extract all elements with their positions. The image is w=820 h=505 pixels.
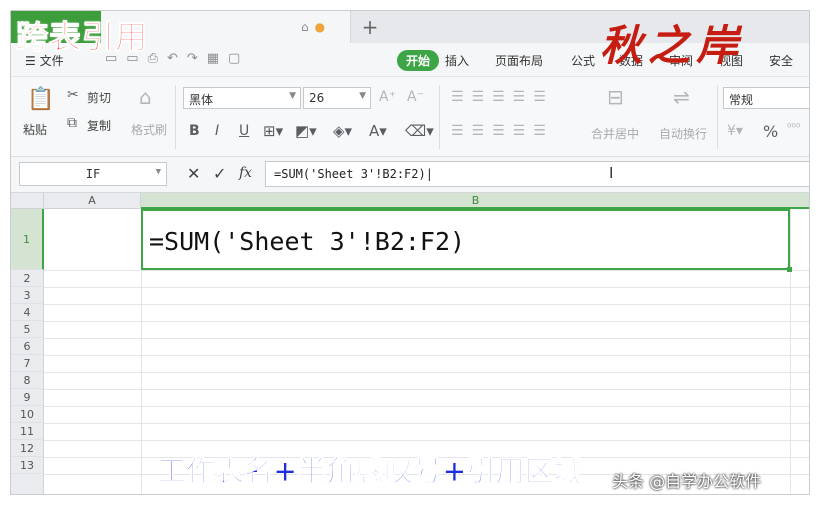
horizontal-align-icons[interactable]: ☰☰☰☰☰ xyxy=(451,123,554,139)
menu-insert[interactable]: 插入 xyxy=(445,52,469,69)
chevron-down-icon: ▼ xyxy=(155,167,161,177)
column-header-b[interactable]: B xyxy=(141,193,809,209)
gridline xyxy=(44,304,809,305)
increase-font-icon[interactable]: A⁺ xyxy=(379,89,396,105)
gridline xyxy=(44,389,809,390)
formula-bar: IF ▼ ✕ ✓ fx =SUM('Sheet 3'!B2:F2)| I xyxy=(11,157,809,193)
paste-button[interactable]: 粘贴 xyxy=(23,121,47,138)
gridline xyxy=(44,406,809,407)
menu-page-layout[interactable]: 页面布局 xyxy=(495,52,543,69)
scissors-icon[interactable]: ✂ xyxy=(67,87,79,103)
italic-button[interactable]: I xyxy=(215,123,219,139)
row-header-8[interactable]: 8 xyxy=(11,372,44,389)
gridline xyxy=(44,287,809,288)
merge-center-button[interactable]: 合并居中 xyxy=(591,125,639,142)
font-name-select[interactable]: 黑体 ▼ xyxy=(183,87,301,109)
overlay-caption: 工作表名+半角感叹号+引用区域 xyxy=(157,454,584,489)
currency-icon[interactable]: ¥▾ xyxy=(727,123,743,139)
new-tab-button[interactable]: + xyxy=(357,15,383,39)
format-painter-button[interactable]: 格式刷 xyxy=(131,121,167,138)
column-header-a[interactable]: A xyxy=(44,193,141,209)
row-header-12[interactable]: 12 xyxy=(11,440,44,457)
menu-security[interactable]: 安全 xyxy=(769,52,793,69)
font-color-icon[interactable]: A▾ xyxy=(369,122,387,140)
borders-icon[interactable]: ⊞▾ xyxy=(263,122,283,140)
row-header-10[interactable]: 10 xyxy=(11,406,44,423)
spreadsheet-window: W ⌂● + ☰ 文件 ▭▭⎙↶↷▦▢ 开始 插入 页面布局 公式 数据 审阅 … xyxy=(10,10,810,495)
gridline xyxy=(44,321,809,322)
vertical-align-icons[interactable]: ☰☰☰☰☰ xyxy=(451,89,554,105)
calligraphy-logo: 秋之岸 xyxy=(600,21,745,70)
decrease-font-icon[interactable]: A⁻ xyxy=(407,89,424,105)
menu-home[interactable]: 开始 xyxy=(397,50,440,71)
tab-status-icons: ⌂● xyxy=(301,20,332,34)
merge-icon[interactable]: ⊟ xyxy=(607,85,624,109)
copy-button[interactable]: 复制 xyxy=(87,117,111,134)
gridline xyxy=(44,355,809,356)
ribbon: 📋 粘贴 ✂ 剪切 ⧉ 复制 ⌂ 格式刷 黑体 ▼ 26 ▼ A⁺ A⁻ B I U… xyxy=(11,77,809,157)
active-cell-b1[interactable]: =SUM('Sheet 3'!B2:F2) xyxy=(141,209,790,270)
cut-button[interactable]: 剪切 xyxy=(87,89,111,106)
row-header-2[interactable]: 2 xyxy=(11,270,44,287)
watermark: 头条 @自学办公软件 xyxy=(612,472,762,491)
eraser-icon[interactable]: ⌫▾ xyxy=(405,122,434,140)
row-header-6[interactable]: 6 xyxy=(11,338,44,355)
wrap-text-icon[interactable]: ⇌ xyxy=(673,85,690,109)
thousands-icon[interactable]: ⁰⁰⁰ xyxy=(787,121,800,134)
underline-button[interactable]: U xyxy=(239,123,249,139)
text-cursor-icon: I xyxy=(609,164,614,182)
chevron-down-icon: ▼ xyxy=(289,91,296,101)
row-header-5[interactable]: 5 xyxy=(11,321,44,338)
chevron-down-icon: ▼ xyxy=(359,91,366,101)
row-header-14[interactable] xyxy=(11,474,44,494)
font-size-value: 26 xyxy=(309,91,325,105)
row-header-11[interactable]: 11 xyxy=(11,423,44,440)
insert-function-button[interactable]: fx xyxy=(239,165,252,181)
ribbon-separator xyxy=(175,85,176,149)
ribbon-separator xyxy=(717,85,718,149)
number-format-value: 常规 xyxy=(729,93,754,107)
gridline xyxy=(44,372,809,373)
font-size-select[interactable]: 26 ▼ xyxy=(303,87,371,109)
gridline xyxy=(790,209,791,494)
formula-input[interactable]: =SUM('Sheet 3'!B2:F2)| xyxy=(265,161,809,187)
format-painter-icon[interactable]: ⌂ xyxy=(139,85,152,109)
select-all-corner[interactable] xyxy=(11,193,44,209)
cancel-icon[interactable]: ✕ xyxy=(187,164,200,183)
gridline xyxy=(44,423,809,424)
overlay-title: 跨表引用 xyxy=(15,18,149,57)
wrap-text-button[interactable]: 自动换行 xyxy=(659,125,707,142)
fill-color-icon[interactable]: ◩▾ xyxy=(295,122,317,140)
row-header-9[interactable]: 9 xyxy=(11,389,44,406)
percent-icon[interactable]: % xyxy=(763,122,778,141)
copy-icon[interactable]: ⧉ xyxy=(67,115,77,131)
bold-button[interactable]: B xyxy=(189,123,200,139)
ribbon-separator xyxy=(439,85,440,149)
check-icon[interactable]: ✓ xyxy=(213,164,226,183)
row-header-13[interactable]: 13 xyxy=(11,457,44,474)
name-box[interactable]: IF ▼ xyxy=(19,162,167,186)
name-box-value: IF xyxy=(85,167,101,181)
paste-icon[interactable]: 📋 xyxy=(27,87,54,112)
font-name-value: 黑体 xyxy=(189,93,214,107)
menu-formulas[interactable]: 公式 xyxy=(571,52,595,69)
paint-bucket-icon[interactable]: ◈▾ xyxy=(333,122,352,140)
fill-handle[interactable] xyxy=(787,267,792,272)
row-header-1[interactable]: 1 xyxy=(11,209,44,270)
row-header-3[interactable]: 3 xyxy=(11,287,44,304)
gridline xyxy=(44,440,809,441)
gridline xyxy=(44,338,809,339)
row-header-4[interactable]: 4 xyxy=(11,304,44,321)
row-header-7[interactable]: 7 xyxy=(11,355,44,372)
gridline xyxy=(44,270,809,271)
number-format-select[interactable]: 常规 xyxy=(723,87,809,109)
